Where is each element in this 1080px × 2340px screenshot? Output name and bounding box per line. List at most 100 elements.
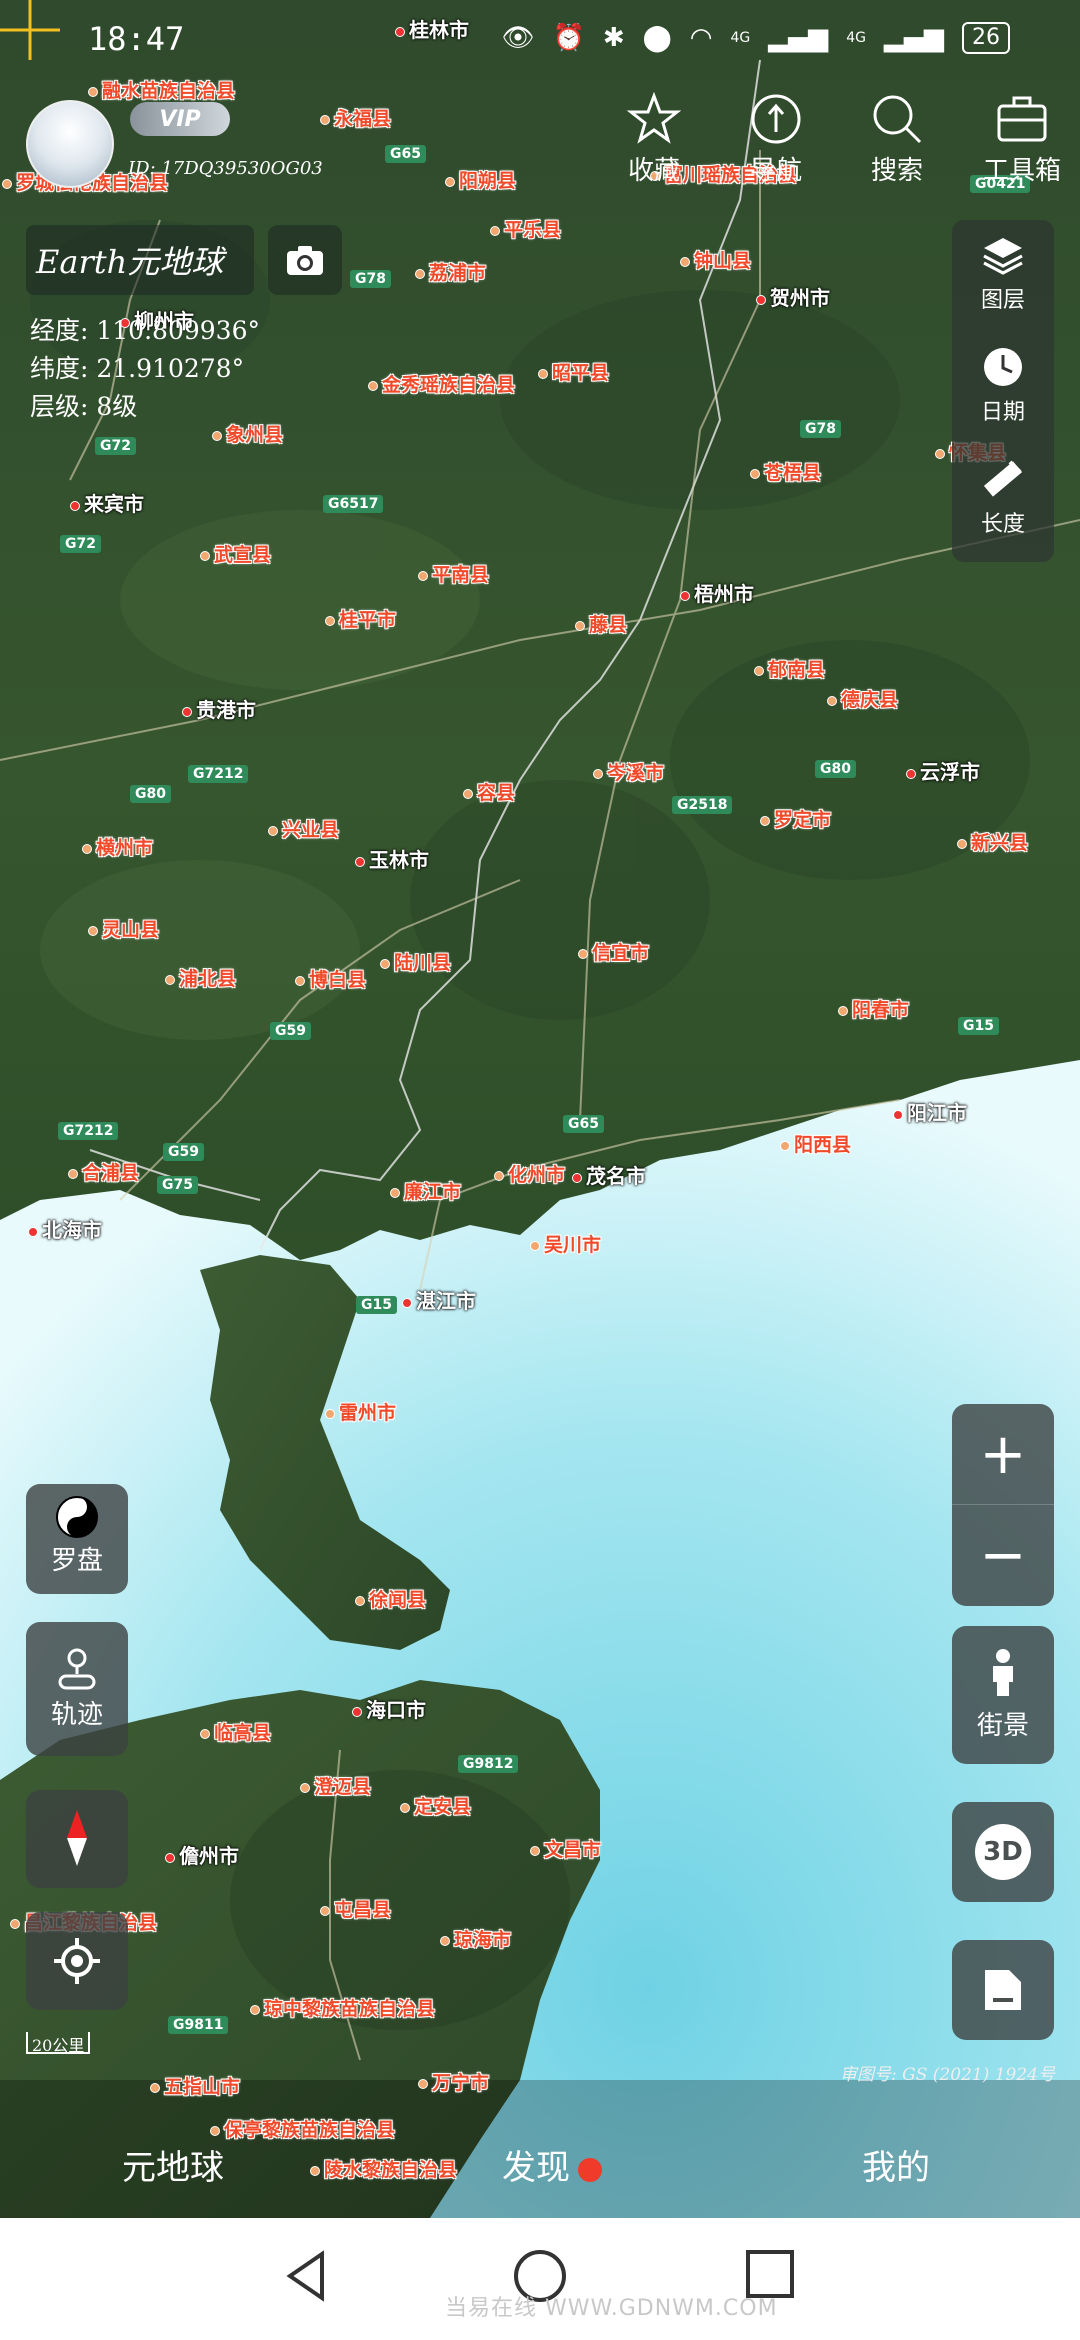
place-label[interactable]: 岑溪市: [593, 758, 664, 785]
place-label[interactable]: 合浦县: [68, 1158, 139, 1185]
place-label[interactable]: 万宁市: [418, 2068, 489, 2095]
place-label[interactable]: 郁南县: [754, 655, 825, 682]
track-button[interactable]: 轨迹: [26, 1622, 128, 1756]
place-label[interactable]: 海口市: [352, 1694, 426, 1723]
camera-icon: [287, 246, 323, 275]
place-label[interactable]: 武宣县: [200, 540, 271, 567]
place-label[interactable]: 五指山市: [150, 2072, 240, 2099]
vip-badge[interactable]: VIP: [130, 102, 230, 136]
place-label[interactable]: 贺州市: [756, 282, 830, 311]
place-label[interactable]: 苍梧县: [750, 458, 821, 485]
layers-button[interactable]: 图层: [952, 232, 1054, 314]
system-navigation-bar: 当易在线 WWW.GDNWM.COM: [0, 2218, 1080, 2340]
tab-earth[interactable]: 元地球: [122, 2140, 224, 2189]
place-label[interactable]: 廉江市: [390, 1177, 461, 1204]
place-label[interactable]: 平南县: [418, 560, 489, 587]
place-label[interactable]: 湛江市: [402, 1285, 476, 1314]
files-button[interactable]: [952, 1940, 1054, 2040]
zoom-control: + −: [952, 1404, 1054, 1606]
place-label[interactable]: 北海市: [28, 1214, 102, 1243]
place-label[interactable]: 融水苗族自治县: [88, 76, 235, 103]
compass-button[interactable]: [26, 1790, 128, 1888]
street-view-button[interactable]: 街景: [952, 1626, 1054, 1764]
place-label[interactable]: 雷州市: [325, 1398, 396, 1425]
place-label[interactable]: 新兴县: [957, 828, 1028, 855]
tab-mine-label: 我的: [862, 2148, 930, 2188]
place-label[interactable]: 琼中黎族苗族自治县: [250, 1994, 435, 2021]
navigation-icon: [751, 94, 801, 144]
compass-label: 罗盘: [50, 1546, 103, 1576]
place-label[interactable]: 横州市: [82, 833, 153, 860]
place-label[interactable]: 浦北县: [165, 964, 236, 991]
place-label[interactable]: 灵山县: [88, 915, 159, 942]
wifi-icon: ◠: [689, 23, 713, 53]
signal-icon: ▂▄▆: [768, 23, 829, 53]
road-badge: G59: [270, 1022, 311, 1040]
place-label[interactable]: 临高县: [200, 1718, 271, 1745]
search-icon: [873, 95, 922, 144]
zoom-in-button[interactable]: +: [952, 1404, 1054, 1505]
place-label[interactable]: 永福县: [320, 104, 391, 131]
place-label[interactable]: 屯昌县: [320, 1895, 391, 1922]
camera-button[interactable]: [268, 225, 342, 295]
place-label[interactable]: 徐闻县: [355, 1585, 426, 1612]
place-label[interactable]: 来宾市: [70, 488, 144, 517]
zoom-out-button[interactable]: −: [952, 1505, 1054, 1606]
place-label[interactable]: 昭平县: [538, 358, 609, 385]
place-label[interactable]: 玉林市: [355, 844, 429, 873]
place-label[interactable]: 贵港市: [182, 694, 256, 723]
place-label[interactable]: 荔浦市: [415, 258, 486, 285]
place-label[interactable]: 德庆县: [827, 685, 898, 712]
place-label[interactable]: 金秀瑶族自治县: [368, 370, 515, 397]
favorites-button[interactable]: 收藏: [606, 92, 702, 187]
measure-button[interactable]: 长度: [952, 456, 1054, 538]
place-label[interactable]: 澄迈县: [300, 1772, 371, 1799]
place-label[interactable]: 梧州市: [680, 578, 754, 607]
search-label: 搜索: [870, 156, 923, 186]
place-label[interactable]: 阳西县: [780, 1130, 851, 1157]
user-avatar[interactable]: [26, 100, 114, 188]
place-label[interactable]: 陆川县: [380, 948, 451, 975]
toolbox-button[interactable]: 工具箱: [972, 92, 1072, 187]
place-label[interactable]: 吴川市: [530, 1230, 601, 1257]
compass-mode-button[interactable]: 罗盘: [26, 1484, 128, 1594]
road-badge: G65: [563, 1115, 604, 1133]
road-badge: G80: [815, 760, 856, 778]
place-label[interactable]: 罗定市: [760, 805, 831, 832]
measure-label: 长度: [980, 512, 1025, 537]
road-badge: G72: [95, 437, 136, 455]
place-label[interactable]: 平乐县: [490, 215, 561, 242]
place-label[interactable]: 钟山县: [680, 246, 751, 273]
network-label: 4G: [846, 30, 866, 46]
place-label[interactable]: 定安县: [400, 1792, 471, 1819]
search-button[interactable]: 搜索: [849, 92, 945, 187]
place-label[interactable]: 信宜市: [578, 938, 649, 965]
place-label[interactable]: 博白县: [295, 965, 366, 992]
place-label[interactable]: 兴业县: [268, 815, 339, 842]
place-label[interactable]: 文昌市: [530, 1835, 601, 1862]
place-label[interactable]: 化州市: [494, 1160, 565, 1187]
road-badge: G2518: [672, 796, 733, 814]
place-label[interactable]: 琼海市: [440, 1925, 511, 1952]
place-label[interactable]: 桂平市: [325, 605, 396, 632]
ruler-icon: [983, 460, 1023, 497]
road-badge: G72: [60, 535, 101, 553]
three-d-button[interactable]: 3D: [952, 1802, 1054, 1902]
place-label[interactable]: 藤县: [575, 610, 627, 637]
place-label[interactable]: 阳江市: [893, 1097, 967, 1126]
road-badge: G78: [350, 270, 391, 288]
place-label[interactable]: 茂名市: [572, 1160, 646, 1189]
navigation-button[interactable]: 导航: [728, 92, 824, 187]
road-badge: G65: [385, 145, 426, 163]
place-label[interactable]: 容县: [463, 778, 515, 805]
bottom-tab-bar: 元地球 发现 我的: [0, 2110, 1080, 2218]
back-button[interactable]: [282, 2248, 332, 2304]
locate-button[interactable]: [26, 1912, 128, 2010]
place-label[interactable]: 云浮市: [906, 756, 980, 785]
tab-discover[interactable]: 发现: [502, 2140, 602, 2189]
place-label[interactable]: 阳朔县: [445, 166, 516, 193]
date-button[interactable]: 日期: [952, 344, 1054, 426]
place-label[interactable]: 儋州市: [165, 1840, 239, 1869]
place-label[interactable]: 阳春市: [838, 995, 909, 1022]
tab-mine[interactable]: 我的: [862, 2140, 930, 2189]
